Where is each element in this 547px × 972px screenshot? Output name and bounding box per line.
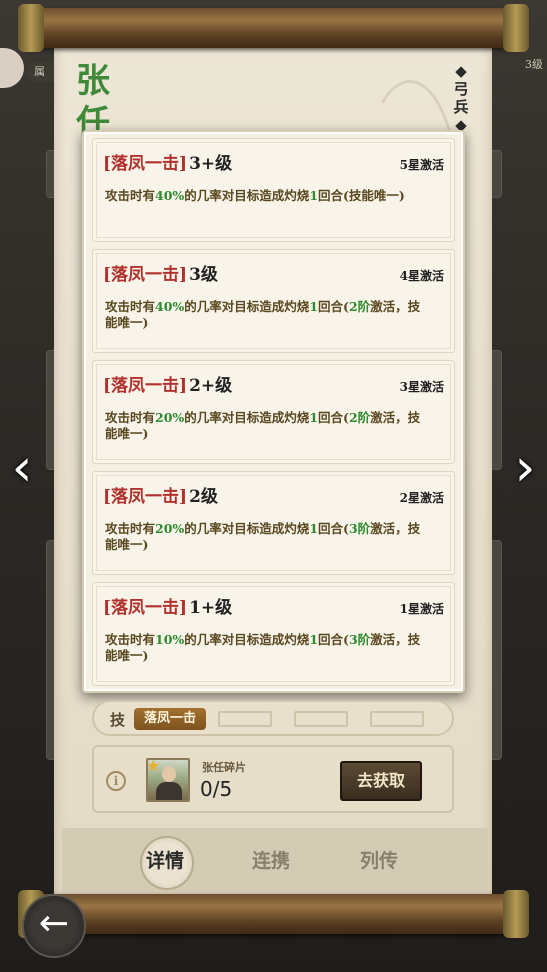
tab-bar: 详情 连携 列传 xyxy=(62,828,488,894)
skill-level-list: [落凤一击] 3+级 5星激活 攻击时有40%的几率对目标造成灼烧1回合(技能唯一)[… xyxy=(92,138,455,686)
get-shard-button[interactable]: 去获取 xyxy=(340,761,422,801)
description-segment: 的几率对目标造成灼烧 xyxy=(184,632,310,647)
description-segment: 回合( xyxy=(318,410,349,425)
description-segment: 2阶 xyxy=(348,410,371,425)
star-requirement: 4星激活 xyxy=(399,269,444,283)
skill-name: [落凤一击] xyxy=(103,154,188,174)
skill-level: 2级 xyxy=(189,487,218,507)
description-segment: 的几率对目标造成灼烧 xyxy=(184,410,310,425)
skill-level: 2+级 xyxy=(189,376,233,396)
empty-skill-slot xyxy=(218,711,272,727)
star-requirement: 3星激活 xyxy=(399,380,444,394)
skill-card-header: [落凤一击] 2级 2星激活 xyxy=(103,482,444,507)
description-segment: 的几率对目标造成灼烧 xyxy=(184,299,310,314)
description-segment: 3阶 xyxy=(348,632,371,647)
skill-level: 1+级 xyxy=(189,598,233,618)
next-hero-arrow-icon[interactable]: › xyxy=(503,442,547,496)
skill-description: 攻击时有40%的几率对目标造成灼烧1回合(2阶激活，技能唯一) xyxy=(103,299,444,331)
description-segment: 40% xyxy=(155,299,185,314)
skill-bar-label: 技 xyxy=(110,711,126,729)
shard-count: 0/5 xyxy=(200,777,233,801)
skill-level: 3级 xyxy=(189,265,218,285)
description-segment: 回合( xyxy=(318,299,349,314)
tab-biography[interactable]: 列传 xyxy=(360,846,398,873)
description-segment: 10% xyxy=(155,632,185,647)
skill-description: 攻击时有40%的几率对目标造成灼烧1回合(技能唯一) xyxy=(103,188,444,204)
skill-card-header: [落凤一击] 2+级 3星激活 xyxy=(103,371,444,396)
skill-level: 3+级 xyxy=(189,154,233,174)
skill-level-card: [落凤一击] 1+级 1星激活 攻击时有10%的几率对目标造成灼烧1回合(3阶激活，技… xyxy=(92,582,455,686)
star-requirement: 1星激活 xyxy=(399,602,444,616)
skill-name: [落凤一击] xyxy=(103,598,188,618)
description-segment: 1 xyxy=(309,188,319,203)
description-segment: 攻击时有 xyxy=(105,410,156,425)
description-segment: 40% xyxy=(155,188,185,203)
skill-description: 攻击时有10%的几率对目标造成灼烧1回合(3阶激活，技能唯一) xyxy=(103,632,444,664)
description-segment: 攻击时有 xyxy=(105,632,156,647)
description-segment: 攻击时有 xyxy=(105,299,156,314)
description-segment: 回合( xyxy=(318,521,349,536)
shard-name: 张任碎片 xyxy=(202,761,246,774)
skill-levels-popup: [落凤一击] 3+级 5星激活 攻击时有40%的几率对目标造成灼烧1回合(技能唯一)[… xyxy=(82,130,465,693)
description-segment: 1 xyxy=(309,299,319,314)
description-segment: 攻击时有 xyxy=(105,521,156,536)
empty-skill-slot xyxy=(370,711,424,727)
back-button[interactable]: ← xyxy=(22,894,86,958)
skill-description: 攻击时有20%的几率对目标造成灼烧1回合(2阶激活，技能唯一) xyxy=(103,410,444,442)
description-segment: 2阶 xyxy=(348,299,371,314)
prev-hero-arrow-icon[interactable]: ‹ xyxy=(0,442,44,496)
tab-links[interactable]: 连携 xyxy=(252,846,290,873)
player-avatar xyxy=(0,48,24,88)
description-segment: 20% xyxy=(155,410,185,425)
tab-details[interactable]: 详情 xyxy=(146,846,184,873)
skill-card-header: [落凤一击] 3级 4星激活 xyxy=(103,260,444,285)
star-requirement: 5星激活 xyxy=(399,158,444,172)
star-requirement: 2星激活 xyxy=(399,491,444,505)
skill-level-card: [落凤一击] 3+级 5星激活攻击时有40%的几率对目标造成灼烧1回合(技能唯一) xyxy=(92,138,455,242)
hero-class: ◆弓兵◆ xyxy=(453,62,469,134)
background-level: 3级 xyxy=(525,58,543,71)
description-segment: 1 xyxy=(309,410,319,425)
description-segment: 回合( xyxy=(318,632,349,647)
skill-card-header: [落凤一击] 1+级 1星激活 xyxy=(103,593,444,618)
description-segment: 20% xyxy=(155,521,185,536)
description-segment: 1 xyxy=(309,521,319,536)
skill-name: [落凤一击] xyxy=(103,487,188,507)
description-segment: 攻击时有 xyxy=(105,188,156,203)
description-segment: 回合(技能唯一) xyxy=(318,188,405,203)
hero-portrait: ★ xyxy=(146,758,190,802)
skill-name: [落凤一击] xyxy=(103,376,188,396)
skill-slot-active[interactable]: 落凤一击 xyxy=(134,708,206,730)
shard-panel: i ★ 张任碎片 0/5 去获取 xyxy=(92,745,454,813)
skill-name: [落凤一击] xyxy=(103,265,188,285)
description-segment: 的几率对目标造成灼烧 xyxy=(184,521,310,536)
empty-skill-slot xyxy=(294,711,348,727)
skill-card-header: [落凤一击] 3+级 5星激活 xyxy=(103,149,444,174)
skill-bar: 技 落凤一击 xyxy=(92,700,454,736)
skill-level-card: [落凤一击] 2+级 3星激活攻击时有20%的几率对目标造成灼烧1回合(2阶激活，技… xyxy=(92,360,455,464)
description-segment: 的几率对目标造成灼烧 xyxy=(184,188,310,203)
info-icon[interactable]: i xyxy=(106,771,126,791)
scroll-rod-top xyxy=(18,4,529,52)
scroll-rod-bottom xyxy=(18,890,529,938)
skill-level-card: [落凤一击] 3级 4星激活攻击时有40%的几率对目标造成灼烧1回合(2阶激活，技能… xyxy=(92,249,455,353)
skill-level-card: [落凤一击] 2级 2星激活攻击时有20%的几率对目标造成灼烧1回合(3阶激活，技能… xyxy=(92,471,455,575)
skill-description: 攻击时有20%的几率对目标造成灼烧1回合(3阶激活，技能唯一) xyxy=(103,521,444,553)
star-icon: ★ xyxy=(146,758,161,775)
description-segment: 3阶 xyxy=(348,521,371,536)
description-segment: 1 xyxy=(309,632,319,647)
